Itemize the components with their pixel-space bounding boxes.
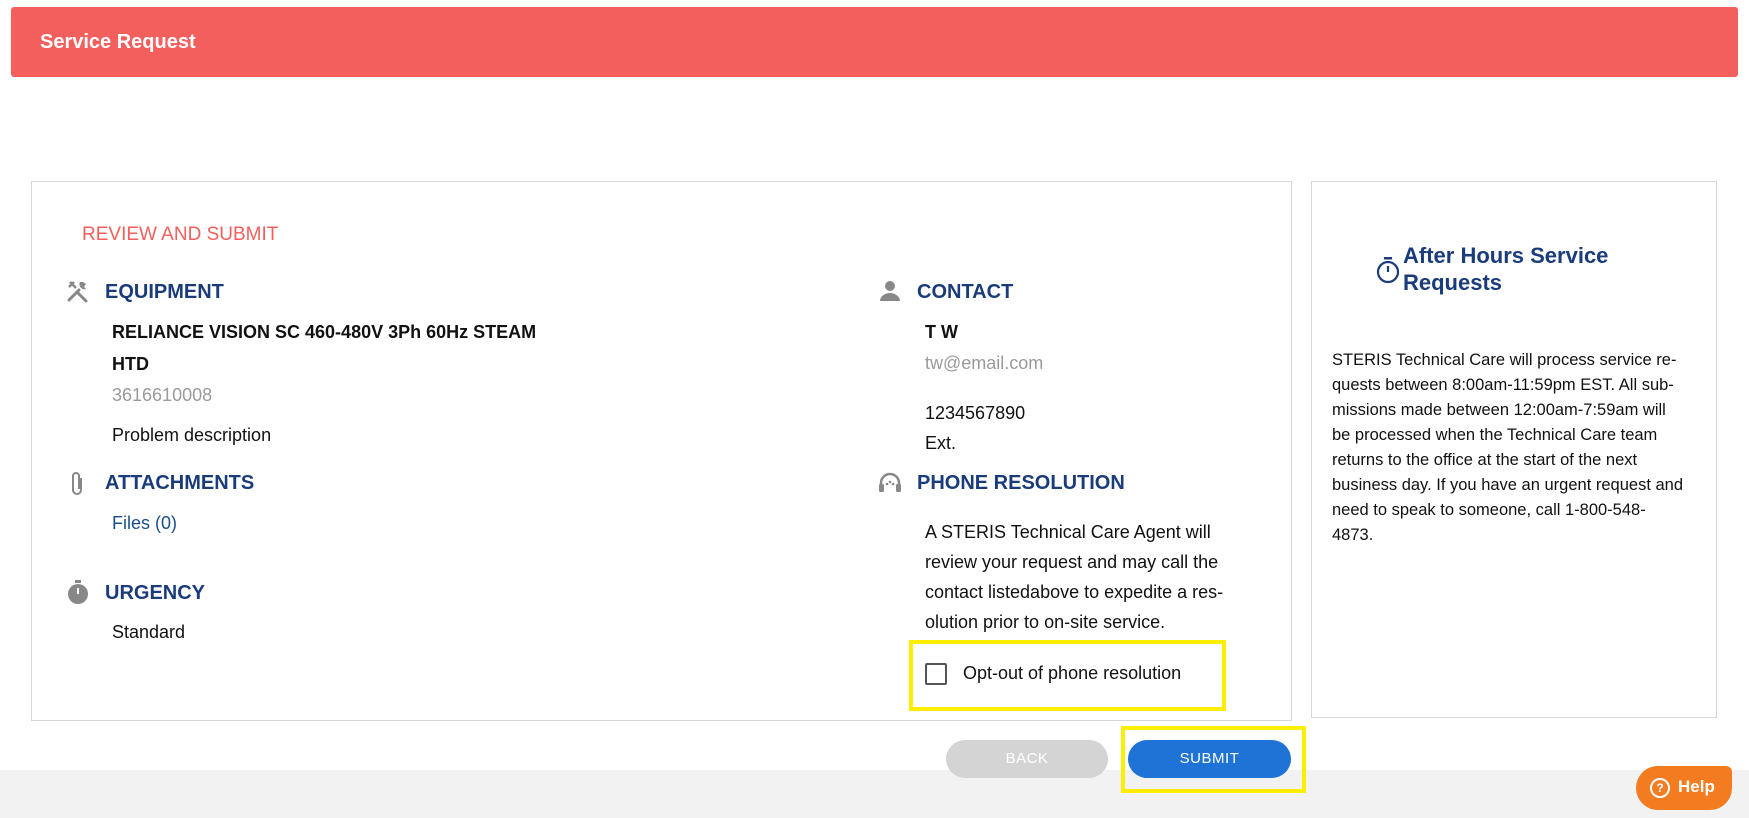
equipment-name-line2: HTD xyxy=(112,354,149,374)
equipment-label: EQUIPMENT xyxy=(105,281,224,303)
phone-resolution-label: PHONE RESOLUTION xyxy=(917,472,1125,494)
stopwatch-icon xyxy=(65,579,91,605)
back-button[interactable]: BACK xyxy=(946,740,1108,778)
after-hours-line: be processed when the Technical Care tea… xyxy=(1332,426,1658,444)
after-hours-card: After Hours Service Requests STERIS Tech… xyxy=(1311,181,1717,718)
after-hours-line: business day. If you have an urgent requ… xyxy=(1332,476,1684,494)
headset-icon xyxy=(877,470,903,496)
equipment-name-line1: RELIANCE VISION SC 460-480V 3Ph 60Hz STE… xyxy=(112,322,537,342)
after-hours-title: After Hours Service Requests xyxy=(1403,242,1663,296)
contact-ext: Ext. xyxy=(925,433,957,453)
phone-resolution-line1: A STERIS Technical Care Agent will xyxy=(925,522,1211,542)
submit-button[interactable]: SUBMIT xyxy=(1128,740,1291,778)
phone-resolution-line3: contact listedabove to expedite a res- xyxy=(925,582,1224,602)
phone-resolution-line2: review your request and may call the xyxy=(925,552,1219,572)
after-hours-title-line2: Requests xyxy=(1403,270,1503,295)
after-hours-line: STERIS Technical Care will process servi… xyxy=(1332,351,1677,369)
after-hours-body: STERIS Technical Care will process servi… xyxy=(1332,348,1702,548)
page-title: Service Request xyxy=(40,31,196,53)
optout-checkbox[interactable] xyxy=(925,663,947,685)
problem-description: Problem description xyxy=(112,425,272,445)
review-heading: REVIEW AND SUBMIT xyxy=(82,224,279,245)
after-hours-line: returns to the office at the start of th… xyxy=(1332,451,1638,469)
contact-email: tw@email.com xyxy=(925,353,1044,373)
tools-icon xyxy=(65,278,91,304)
urgency-label: URGENCY xyxy=(105,582,206,604)
after-hours-line: missions made between 12:00am-7:59am wil… xyxy=(1332,401,1666,419)
help-button[interactable]: ? Help xyxy=(1636,766,1732,810)
person-icon xyxy=(877,278,903,304)
after-hours-line: quests between 8:00am-11:59pm EST. All s… xyxy=(1332,376,1674,394)
paperclip-icon xyxy=(65,470,91,496)
footer-bar xyxy=(0,770,1749,818)
optout-label[interactable]: Opt-out of phone resolution xyxy=(963,663,1181,684)
help-label: Help xyxy=(1678,777,1715,796)
files-link[interactable]: Files (0) xyxy=(112,513,177,534)
contact-name: T W xyxy=(925,322,958,342)
after-hours-line: need to speak to someone, call 1-800-548… xyxy=(1332,501,1646,519)
after-hours-line: 4873. xyxy=(1332,526,1374,544)
page-header: Service Request xyxy=(11,7,1738,77)
after-hours-title-line1: After Hours Service xyxy=(1403,243,1609,268)
timer-icon xyxy=(1375,256,1401,284)
contact-label: CONTACT xyxy=(917,281,1014,303)
equipment-serial: 3616610008 xyxy=(112,385,213,405)
urgency-value: Standard xyxy=(112,622,186,642)
attachments-label: ATTACHMENTS xyxy=(105,472,255,494)
phone-resolution-line4: olution prior to on-site service. xyxy=(925,612,1166,632)
contact-phone: 1234567890 xyxy=(925,403,1026,423)
question-icon: ? xyxy=(1650,778,1670,798)
